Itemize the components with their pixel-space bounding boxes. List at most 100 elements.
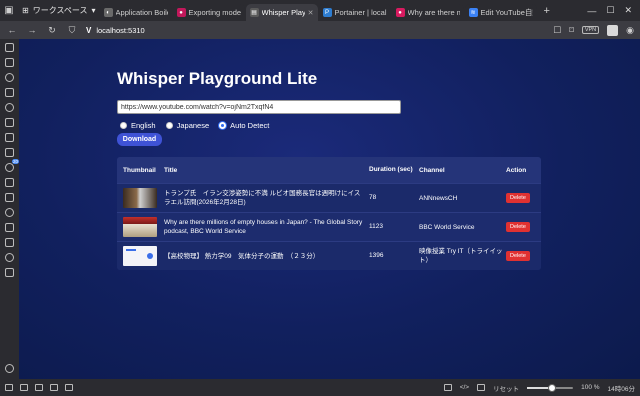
- tab-favicon-icon: ●: [176, 8, 186, 17]
- page-title: Whisper Playground Lite: [117, 69, 318, 88]
- tab-title: Application Boilerpl: [115, 8, 168, 17]
- reload-icon[interactable]: ↻: [46, 25, 58, 36]
- downloads-panel-icon[interactable]: [5, 58, 14, 67]
- vpn-badge[interactable]: VPN: [581, 26, 600, 34]
- tab-favicon-icon: P: [322, 8, 332, 17]
- page-actions-icon[interactable]: [477, 384, 486, 391]
- tab-title: Portainer | local: [334, 8, 387, 17]
- header-action: Action: [506, 166, 527, 174]
- tab-title: Exporting models -: [188, 8, 241, 17]
- new-tab-button[interactable]: +: [538, 5, 556, 17]
- browser-tab[interactable]: ◐Application Boilerpl: [99, 4, 172, 21]
- reset-zoom-button[interactable]: リセット: [493, 383, 519, 393]
- workspace-switcher[interactable]: ⊞ ワークスペース ▾: [18, 0, 100, 21]
- bookmark-star-icon[interactable]: ⌑: [569, 25, 574, 36]
- minimize-icon[interactable]: —: [587, 6, 596, 16]
- reading-list-icon[interactable]: [5, 118, 14, 127]
- web-panel-icon[interactable]: [5, 223, 14, 232]
- table-row: トランプ氏 イラン交渉姿勢に不満 ルビオ国務長官は週明けにイスラエル訪問(202…: [117, 183, 541, 212]
- tab-close-icon[interactable]: ✕: [308, 9, 314, 17]
- video-title: 【高校物理】 熱力学09 気体分子の運動 （２３分）: [164, 252, 320, 260]
- code-icon[interactable]: </>: [460, 384, 469, 391]
- site-info-icon[interactable]: V: [86, 26, 91, 35]
- header-title: Title: [164, 166, 178, 174]
- capture-panel-icon[interactable]: [5, 133, 14, 142]
- browser-tab[interactable]: ≋Edit YouTube自動文...: [464, 4, 537, 21]
- video-duration: 78: [369, 194, 377, 201]
- language-radio[interactable]: English: [120, 121, 156, 130]
- radio-label: Japanese: [176, 121, 210, 130]
- tab-title: Why are there millio: [407, 8, 460, 17]
- video-thumbnail: [123, 246, 157, 266]
- back-icon[interactable]: ←: [6, 25, 18, 35]
- video-channel: BBC World Service: [419, 223, 475, 231]
- tab-stack-icon[interactable]: [50, 384, 58, 391]
- mail-panel-icon[interactable]: 20: [5, 159, 19, 172]
- video-duration: 1396: [369, 252, 384, 259]
- delete-button[interactable]: Delete: [506, 251, 530, 261]
- status-bar: </> リセット 100 % 14時06分: [0, 379, 640, 396]
- window-icon[interactable]: [35, 384, 43, 391]
- settings-icon[interactable]: [5, 364, 14, 373]
- delete-button[interactable]: Delete: [506, 222, 530, 232]
- bookmark-icon[interactable]: ☐: [553, 25, 561, 36]
- web-panel-icon-2[interactable]: [5, 238, 14, 247]
- browser-tab[interactable]: ●Why are there millio: [391, 4, 464, 21]
- radio-dot-icon[interactable]: [165, 122, 173, 129]
- address-bar: ← → ↻ ⛉ V localhost:5310 ☐ ⌑ VPN ◉: [0, 21, 640, 39]
- tab-favicon-icon: ●: [395, 8, 405, 17]
- browser-tab[interactable]: P Portainer | local: [318, 4, 391, 21]
- profile-icon[interactable]: ◉: [626, 25, 634, 36]
- video-thumbnail: [123, 188, 157, 208]
- radio-dot-icon[interactable]: [219, 122, 227, 129]
- zoom-slider-knob[interactable]: [548, 383, 557, 392]
- image-toggle-icon[interactable]: [443, 384, 452, 391]
- history-panel-icon[interactable]: [5, 73, 14, 82]
- url-field[interactable]: V localhost:5310: [86, 26, 545, 35]
- calendar-panel-icon[interactable]: [5, 148, 14, 157]
- panel-toggle-icon[interactable]: [5, 384, 13, 391]
- screenshot-icon[interactable]: [65, 384, 73, 391]
- tile-icon[interactable]: [20, 384, 28, 391]
- web-panel-icon-4[interactable]: [5, 268, 14, 277]
- workspace-grid-icon: ⊞: [22, 6, 29, 15]
- tasks-panel-icon[interactable]: [5, 208, 14, 217]
- tab-favicon-icon: ≋: [468, 8, 478, 17]
- videos-table: Thumbnail Title Duration (sec) Channel A…: [117, 157, 541, 270]
- download-button[interactable]: Download: [117, 133, 162, 146]
- maximize-icon[interactable]: ☐: [606, 5, 614, 16]
- bookmarks-panel-icon[interactable]: [5, 43, 14, 52]
- shield-icon[interactable]: ⛉: [66, 25, 78, 36]
- tab-title: Edit YouTube自動文...: [480, 8, 533, 17]
- header-thumbnail: Thumbnail: [123, 166, 156, 174]
- browser-tab[interactable]: ●Exporting models -: [172, 4, 245, 21]
- video-channel: ANNnewsCH: [419, 194, 458, 202]
- notes-panel-icon[interactable]: [5, 88, 14, 97]
- zoom-slider[interactable]: [527, 383, 574, 392]
- video-thumbnail: [123, 217, 157, 237]
- window-controls: — ☐ ✕: [587, 5, 640, 16]
- vivaldi-logo-icon[interactable]: ▣: [0, 0, 18, 21]
- tab-title: Whisper Playground L: [261, 8, 305, 17]
- close-icon[interactable]: ✕: [624, 5, 632, 16]
- radio-dot-icon[interactable]: [120, 122, 127, 129]
- web-panel-icon-3[interactable]: [5, 253, 14, 262]
- browser-tab[interactable]: ▤Whisper Playground L✕: [245, 4, 318, 21]
- radio-label: Auto Detect: [230, 121, 270, 130]
- tab-favicon-icon: ◐: [103, 8, 113, 17]
- delete-button[interactable]: Delete: [506, 193, 530, 203]
- feed-panel-icon[interactable]: [5, 178, 14, 187]
- language-radio[interactable]: Japanese: [165, 121, 210, 130]
- tab-favicon-icon: ▤: [249, 8, 259, 17]
- contacts-panel-icon[interactable]: [5, 193, 14, 202]
- language-options: English Japanese Auto Detect: [120, 121, 269, 130]
- language-radio[interactable]: Auto Detect: [219, 121, 269, 130]
- header-channel: Channel: [419, 166, 445, 174]
- youtube-url-input[interactable]: [117, 100, 401, 114]
- forward-icon[interactable]: →: [26, 25, 38, 35]
- extensions-icon[interactable]: [607, 24, 619, 36]
- video-title: トランプ氏 イラン交渉姿勢に不満 ルビオ国務長官は週明けにイスラエル訪問(202…: [164, 190, 361, 206]
- video-channel: 映像授業 Try IT（トライイット）: [419, 248, 503, 264]
- radio-label: English: [131, 121, 156, 130]
- translate-panel-icon[interactable]: [5, 103, 14, 112]
